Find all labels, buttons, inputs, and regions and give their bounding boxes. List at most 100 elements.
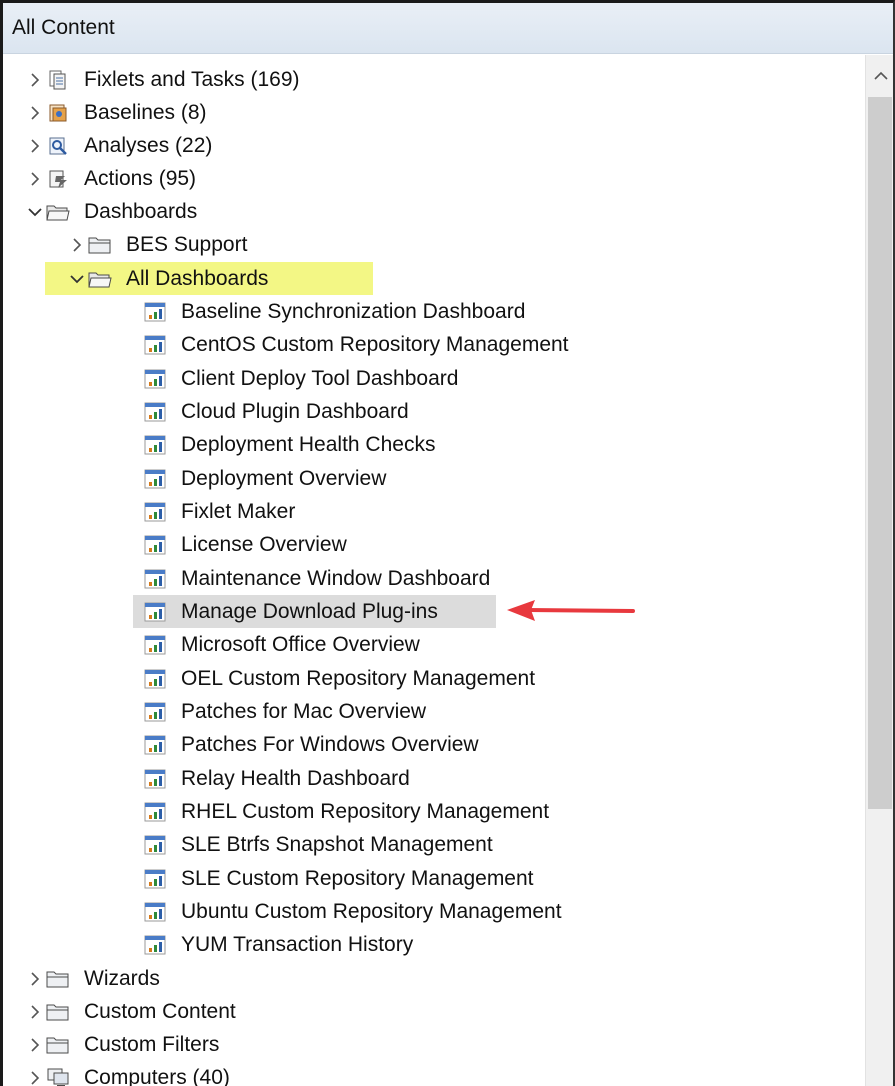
- dashboard-item[interactable]: Deployment Overview: [143, 462, 386, 495]
- dashboard-item[interactable]: Baseline Synchronization Dashboard: [143, 295, 525, 328]
- content-tree: Fixlets and Tasks (169) Baselines (8) An…: [3, 55, 865, 1086]
- tree-node-label: Custom Content: [84, 1000, 236, 1023]
- dashboard-item-label: License Overview: [181, 533, 347, 556]
- tree-node-all-dashboards[interactable]: All Dashboards: [66, 262, 268, 295]
- dashboard-item[interactable]: Patches for Mac Overview: [143, 695, 426, 728]
- scrollbar-thumb[interactable]: [868, 97, 892, 809]
- tree-node-label: Computers (40): [84, 1066, 230, 1086]
- tree-node-computers[interactable]: Computers (40): [24, 1061, 230, 1086]
- dashboard-item[interactable]: YUM Transaction History: [143, 928, 413, 961]
- chevron-down-icon[interactable]: [24, 195, 46, 228]
- folder-open-icon: [46, 200, 70, 224]
- dashboard-item[interactable]: License Overview: [143, 528, 347, 561]
- dashboard-chart-icon: [143, 300, 167, 324]
- actions-icon: [46, 167, 70, 191]
- chevron-right-icon[interactable]: [24, 1061, 46, 1086]
- tree-node-label: Wizards: [84, 967, 160, 990]
- dashboard-item-label: Baseline Synchronization Dashboard: [181, 300, 526, 323]
- folder-icon: [46, 1000, 70, 1024]
- tree-node-label: BES Support: [126, 233, 248, 256]
- tree-node-actions[interactable]: Actions (95): [24, 162, 196, 195]
- dashboard-chart-icon: [143, 533, 167, 557]
- chevron-right-icon[interactable]: [24, 1028, 46, 1061]
- chevron-down-icon[interactable]: [66, 262, 88, 295]
- tree-node-label: Baselines (8): [84, 101, 207, 124]
- tree-node-fixlets[interactable]: Fixlets and Tasks (169): [24, 63, 300, 96]
- tree-node-wizards[interactable]: Wizards: [24, 962, 160, 995]
- baselines-icon: [46, 101, 70, 125]
- dashboard-item[interactable]: OEL Custom Repository Management: [143, 662, 535, 695]
- dashboard-chart-icon: [143, 900, 167, 924]
- folder-icon: [88, 233, 112, 257]
- dashboard-chart-icon: [143, 733, 167, 757]
- tree-node-baselines[interactable]: Baselines (8): [24, 96, 207, 129]
- dashboard-item-label: Deployment Health Checks: [181, 433, 436, 456]
- dashboard-chart-icon: [143, 400, 167, 424]
- scroll-up-icon[interactable]: [866, 61, 893, 91]
- dashboard-item[interactable]: Client Deploy Tool Dashboard: [143, 362, 458, 395]
- dashboard-chart-icon: [143, 933, 167, 957]
- tree-node-dashboards[interactable]: Dashboards: [24, 195, 197, 228]
- chevron-right-icon[interactable]: [24, 96, 46, 129]
- vertical-scrollbar[interactable]: [865, 55, 893, 1086]
- chevron-right-icon[interactable]: [24, 962, 46, 995]
- dashboard-item[interactable]: RHEL Custom Repository Management: [143, 795, 549, 828]
- dashboard-chart-icon: [143, 833, 167, 857]
- panel-title: All Content: [12, 16, 115, 39]
- chevron-right-icon[interactable]: [24, 63, 46, 96]
- computers-icon: [46, 1066, 70, 1086]
- dashboard-chart-icon: [143, 767, 167, 791]
- tree-node-label: Dashboards: [84, 200, 198, 223]
- tree-node-label: All Dashboards: [126, 267, 269, 290]
- analyses-icon: [46, 134, 70, 158]
- dashboard-chart-icon: [143, 800, 167, 824]
- dashboard-item[interactable]: Maintenance Window Dashboard: [143, 562, 490, 595]
- chevron-right-icon[interactable]: [24, 129, 46, 162]
- dashboard-chart-icon: [143, 700, 167, 724]
- dashboard-chart-icon: [143, 467, 167, 491]
- tree-node-label: Actions (95): [84, 167, 197, 190]
- dashboard-chart-icon: [143, 500, 167, 524]
- dashboard-item-label: Manage Download Plug-ins: [181, 600, 438, 623]
- dashboard-chart-icon: [143, 667, 167, 691]
- dashboard-item-label: Client Deploy Tool Dashboard: [181, 367, 459, 390]
- tree-node-custom-content[interactable]: Custom Content: [24, 995, 236, 1028]
- chevron-right-icon[interactable]: [24, 995, 46, 1028]
- dashboard-item-label: SLE Custom Repository Management: [181, 867, 534, 890]
- dashboard-item[interactable]: CentOS Custom Repository Management: [143, 328, 569, 361]
- tree-node-bes-support[interactable]: BES Support: [66, 228, 247, 261]
- dashboard-chart-icon: [143, 367, 167, 391]
- tree-node-analyses[interactable]: Analyses (22): [24, 129, 212, 162]
- dashboard-item[interactable]: Relay Health Dashboard: [143, 762, 410, 795]
- dashboard-item-label: RHEL Custom Repository Management: [181, 800, 550, 823]
- dashboard-chart-icon: [143, 600, 167, 624]
- dashboard-item-selected[interactable]: Manage Download Plug-ins: [143, 595, 438, 628]
- dashboard-item[interactable]: Cloud Plugin Dashboard: [143, 395, 409, 428]
- dashboard-item[interactable]: Patches For Windows Overview: [143, 728, 479, 761]
- dashboard-item-label: YUM Transaction History: [181, 933, 414, 956]
- dashboard-item[interactable]: Ubuntu Custom Repository Management: [143, 895, 562, 928]
- dashboard-item[interactable]: Deployment Health Checks: [143, 428, 435, 461]
- chevron-right-icon[interactable]: [24, 162, 46, 195]
- fixlets-icon: [46, 68, 70, 92]
- dashboard-chart-icon: [143, 567, 167, 591]
- chevron-right-icon[interactable]: [66, 228, 88, 261]
- dashboard-item[interactable]: Fixlet Maker: [143, 495, 295, 528]
- dashboard-item-label: Relay Health Dashboard: [181, 767, 410, 790]
- dashboard-item[interactable]: SLE Custom Repository Management: [143, 862, 534, 895]
- tree-node-custom-filters[interactable]: Custom Filters: [24, 1028, 219, 1061]
- dashboard-item-label: CentOS Custom Repository Management: [181, 333, 569, 356]
- dashboard-item-label: Patches for Mac Overview: [181, 700, 427, 723]
- dashboard-item-label: Patches For Windows Overview: [181, 733, 479, 756]
- folder-icon: [46, 1033, 70, 1057]
- dashboard-item-label: Fixlet Maker: [181, 500, 296, 523]
- panel-header: All Content: [3, 3, 893, 54]
- dashboard-chart-icon: [143, 633, 167, 657]
- dashboard-item-label: OEL Custom Repository Management: [181, 667, 536, 690]
- dashboard-item[interactable]: SLE Btrfs Snapshot Management: [143, 828, 493, 861]
- tree-node-label: Custom Filters: [84, 1033, 220, 1056]
- dashboard-item-label: Maintenance Window Dashboard: [181, 567, 491, 590]
- dashboard-item[interactable]: Microsoft Office Overview: [143, 628, 420, 661]
- dashboard-chart-icon: [143, 433, 167, 457]
- all-content-panel: All Content Fixlets and Tasks (169) Base…: [0, 0, 895, 1086]
